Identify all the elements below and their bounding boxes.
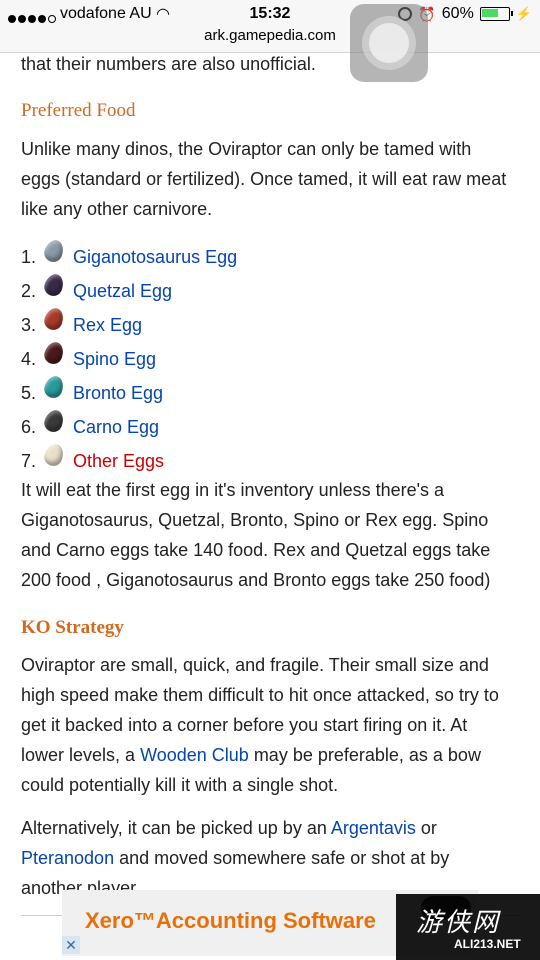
egg-link[interactable]: Spino Egg bbox=[73, 349, 156, 370]
egg-link[interactable]: Quetzal Egg bbox=[73, 281, 172, 302]
ad-close-icon[interactable]: ✕ bbox=[62, 936, 80, 954]
list-number: 7. bbox=[21, 450, 37, 471]
paragraph-line: Giganotosaurus, Quetzal, Bronto, Spino o… bbox=[21, 510, 489, 530]
address-bar-url[interactable]: ark.gamepedia.com bbox=[0, 27, 540, 44]
argentavis-link[interactable]: Argentavis bbox=[331, 818, 416, 838]
egg-link[interactable]: Carno Egg bbox=[73, 417, 159, 438]
paragraph-line: eggs (standard or fertilized). Once tame… bbox=[21, 169, 507, 189]
egg-link[interactable]: Giganotosaurus Egg bbox=[73, 247, 237, 268]
egg-icon[interactable] bbox=[41, 305, 67, 333]
intro-text: that their numbers are also unofficial. bbox=[21, 54, 316, 74]
egg-link[interactable]: Rex Egg bbox=[73, 315, 142, 336]
watermark-url: ALI213.NET bbox=[454, 937, 521, 951]
egg-list-item: 2. Quetzal Egg bbox=[21, 271, 172, 308]
charging-icon: ⚡ bbox=[515, 6, 532, 21]
list-number: 3. bbox=[21, 314, 37, 335]
egg-list-item: 3. Rex Egg bbox=[21, 305, 142, 342]
list-number: 5. bbox=[21, 382, 37, 403]
wooden-club-link[interactable]: Wooden Club bbox=[140, 745, 249, 765]
text-fragment: lower levels, a bbox=[21, 745, 141, 765]
paragraph-line: and Carno eggs take 140 food. Rex and Qu… bbox=[21, 540, 491, 560]
egg-link[interactable]: Bronto Egg bbox=[73, 383, 163, 404]
paragraph-line: Unlike many dinos, the Oviraptor can onl… bbox=[21, 139, 472, 159]
watermark-logo: 游侠网 bbox=[416, 908, 501, 938]
paragraph-line: Oviraptor are small, quick, and fragile.… bbox=[21, 655, 489, 675]
egg-list-item: 4. Spino Egg bbox=[21, 339, 156, 376]
egg-list-item: 6. Carno Egg bbox=[21, 407, 159, 444]
egg-list-item: 5. Bronto Egg bbox=[21, 373, 163, 410]
paragraph-line: could potentially kill it with a single … bbox=[21, 775, 339, 795]
egg-icon[interactable] bbox=[41, 237, 67, 265]
ad-text[interactable]: Xero™Accounting Software bbox=[85, 908, 376, 934]
egg-icon[interactable] bbox=[41, 373, 67, 401]
status-bar: vodafone AU ◠ 15:32 ⏰ 60% ⚡ ark.gamepedi… bbox=[0, 0, 540, 53]
text-fragment: may be preferable, as a bow bbox=[248, 745, 481, 765]
paragraph-line: Alternatively, it can be picked up by an… bbox=[21, 813, 437, 843]
text-fragment: or bbox=[415, 818, 437, 838]
list-number: 4. bbox=[21, 348, 37, 369]
text-fragment: and moved somewhere safe or shot at by bbox=[114, 848, 450, 868]
assistive-touch-button[interactable] bbox=[350, 4, 428, 82]
paragraph-line: get it backed into a corner before you s… bbox=[21, 715, 468, 735]
egg-icon[interactable] bbox=[41, 339, 67, 367]
egg-list-item: 7. Other Eggs bbox=[21, 441, 164, 478]
heading-preferred-food: Preferred Food bbox=[21, 100, 136, 121]
paragraph-line: like any other carnivore. bbox=[21, 199, 213, 219]
heading-ko-strategy: KO Strategy bbox=[21, 617, 124, 638]
list-number: 1. bbox=[21, 246, 37, 267]
egg-icon[interactable] bbox=[41, 271, 67, 299]
paragraph-line: It will eat the first egg in it's invent… bbox=[21, 480, 445, 500]
battery-icon bbox=[479, 7, 513, 21]
pteranodon-link[interactable]: Pteranodon bbox=[21, 848, 114, 868]
egg-list-item: 1. Giganotosaurus Egg bbox=[21, 237, 237, 274]
list-number: 2. bbox=[21, 280, 37, 301]
egg-icon[interactable] bbox=[41, 441, 67, 469]
paragraph-line: Pteranodon and moved somewhere safe or s… bbox=[21, 843, 449, 873]
paragraph-line: 200 food , Giganotosaurus and Bronto egg… bbox=[21, 570, 491, 590]
watermark: 游侠网 ALI213.NET bbox=[396, 894, 540, 960]
text-fragment: Alternatively, it can be picked up by an bbox=[21, 818, 331, 838]
battery-percent: 60% bbox=[441, 5, 474, 22]
paragraph-line: lower levels, a Wooden Club may be prefe… bbox=[21, 740, 481, 770]
egg-icon[interactable] bbox=[41, 407, 67, 435]
egg-link[interactable]: Other Eggs bbox=[73, 451, 164, 472]
paragraph-line: high speed make them difficult to hit on… bbox=[21, 685, 499, 705]
list-number: 6. bbox=[21, 416, 37, 437]
